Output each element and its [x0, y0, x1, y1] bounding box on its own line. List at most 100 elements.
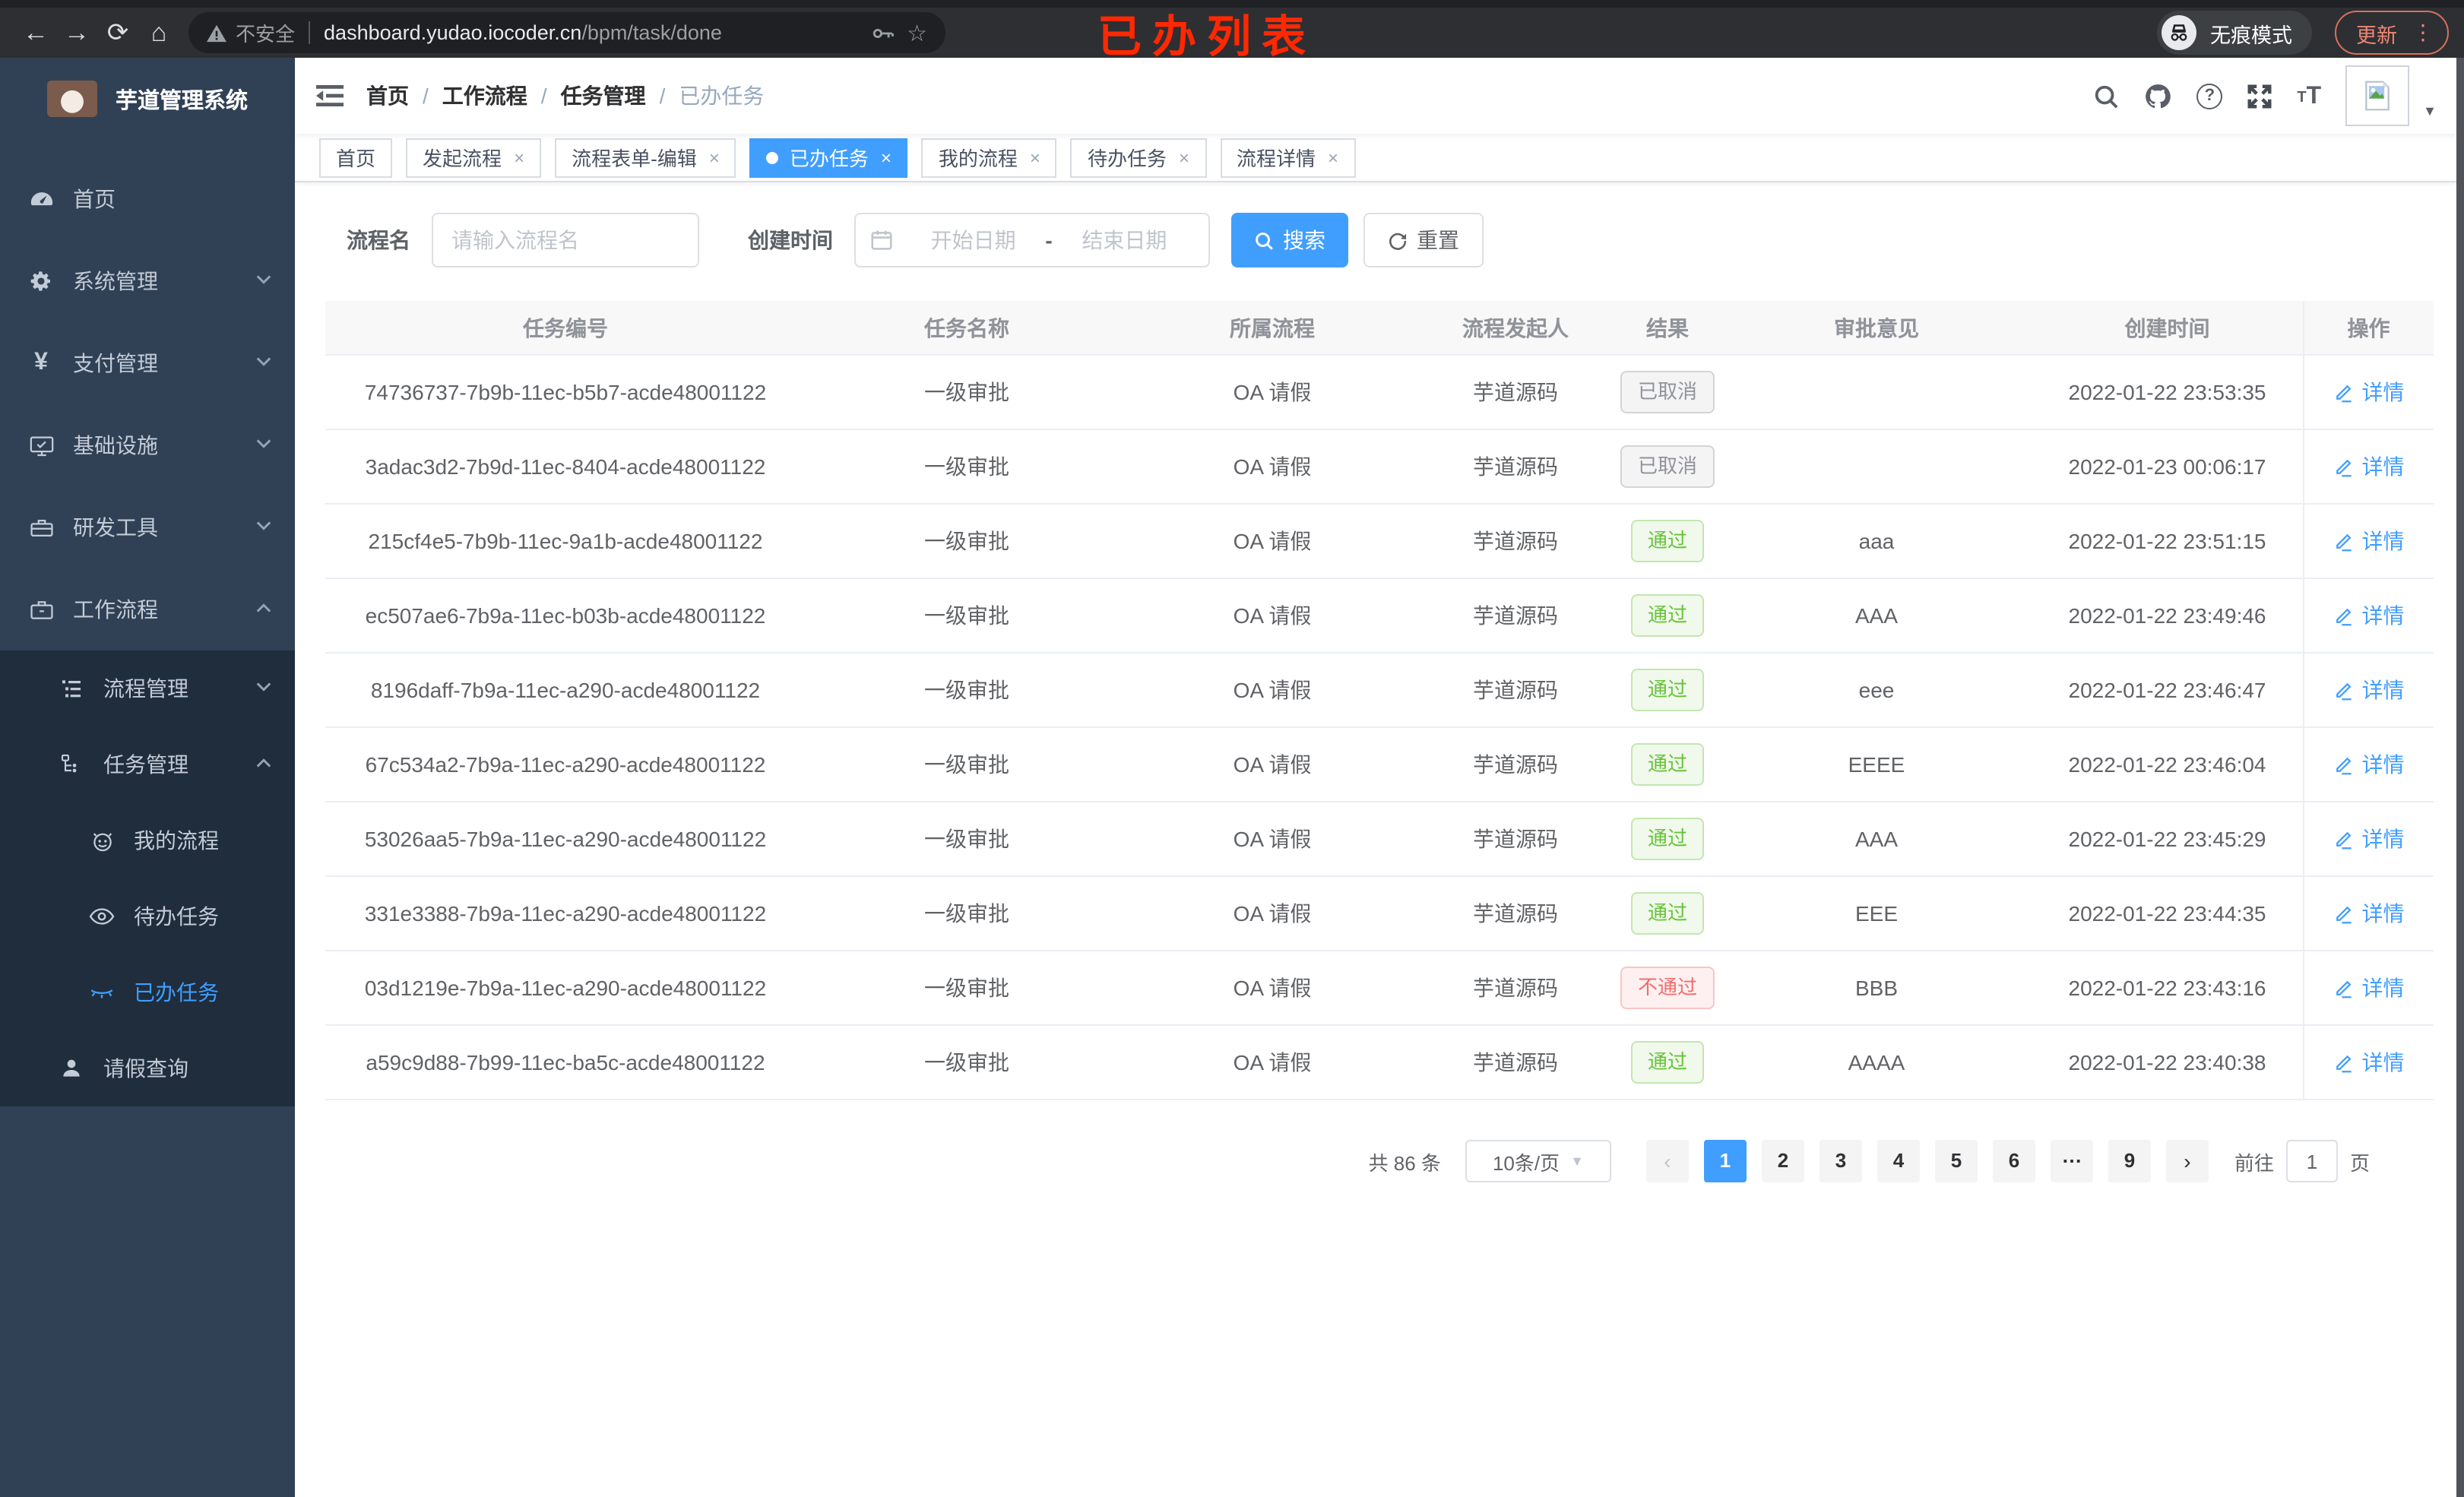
detail-button[interactable]: 详情 — [2333, 451, 2405, 482]
search-button[interactable]: 搜索 — [1231, 213, 1348, 267]
breadcrumb-item: 已办任务 — [679, 84, 765, 108]
detail-button[interactable]: 详情 — [2333, 600, 2405, 631]
home-icon[interactable]: ⌂ — [138, 12, 179, 53]
chevron-up-icon — [255, 757, 272, 769]
edit-icon — [2333, 1052, 2355, 1073]
tab-流程表单-编辑[interactable]: 流程表单-编辑 × — [555, 138, 736, 177]
detail-button[interactable]: 详情 — [2333, 973, 2405, 1003]
goto-page-input[interactable]: 1 — [2285, 1140, 2338, 1182]
cell-result: 已取消 — [1614, 429, 1721, 505]
table-row: 331e3388-7b9a-11ec-a290-acde48001122 一级审批… — [325, 876, 2434, 951]
cell-actions: 详情 — [2302, 802, 2434, 877]
sidebar-item-briefcase[interactable]: 工作流程 — [0, 568, 295, 650]
breadcrumb-item[interactable]: 首页 — [366, 81, 409, 111]
toolbox-icon — [27, 514, 55, 540]
next-page-button[interactable]: › — [2165, 1140, 2209, 1182]
close-icon[interactable]: × — [881, 148, 892, 166]
more-pages-button[interactable]: ⋯ — [2050, 1140, 2093, 1182]
cell-comment: EEEE — [1721, 727, 2032, 802]
sidebar-item-gear[interactable]: 系统管理 — [0, 240, 295, 322]
incognito-badge: 无痕模式 — [2157, 11, 2312, 55]
sidebar-item-user[interactable]: 请假查询 — [0, 1030, 295, 1106]
cell-process: OA 请假 — [1128, 429, 1417, 505]
chevron-down-icon[interactable]: ▼ — [2423, 103, 2437, 119]
yen-icon: ¥ — [34, 350, 48, 375]
close-icon[interactable]: × — [514, 148, 524, 166]
date-range-input[interactable]: 开始日期 - 结束日期 — [854, 213, 1210, 267]
fullscreen-icon[interactable] — [2247, 83, 2272, 109]
avatar[interactable] — [2345, 65, 2410, 126]
detail-button[interactable]: 详情 — [2333, 824, 2405, 854]
tab-发起流程[interactable]: 发起流程 × — [406, 138, 542, 177]
detail-button[interactable]: 详情 — [2333, 898, 2405, 929]
tab-我的流程[interactable]: 我的流程 × — [921, 138, 1057, 177]
sidebar-item-yen[interactable]: ¥ 支付管理 — [0, 322, 295, 404]
process-name-input[interactable]: 请输入流程名 — [432, 213, 699, 267]
detail-button[interactable]: 详情 — [2333, 377, 2405, 407]
sidebar-item-monitor[interactable]: 基础设施 — [0, 404, 295, 486]
sidebar-item-list[interactable]: 流程管理 — [0, 650, 295, 726]
prev-page-button[interactable]: ‹ — [1645, 1140, 1689, 1182]
detail-button[interactable]: 详情 — [2333, 749, 2405, 780]
cell-comment: EEE — [1721, 876, 2032, 951]
breadcrumb-item[interactable]: 工作流程 — [442, 81, 527, 111]
sidebar-item-eye-open[interactable]: 待办任务 — [0, 878, 295, 954]
page-size-select[interactable]: 10条/页 ▼ — [1465, 1140, 1611, 1182]
detail-button[interactable]: 详情 — [2333, 1047, 2405, 1078]
close-icon[interactable]: × — [709, 148, 720, 166]
app-logo[interactable]: 芋道管理系统 — [0, 58, 295, 140]
calendar-icon — [871, 229, 892, 251]
detail-button[interactable]: 详情 — [2333, 675, 2405, 705]
close-icon[interactable]: × — [1030, 148, 1040, 166]
filter-bar: 流程名 请输入流程名 创建时间 开始日期 - 结束日期 搜索 重置 — [347, 213, 2434, 267]
menu-dots-icon[interactable]: ⋮ — [2412, 20, 2434, 46]
breadcrumb: 首页 / 工作流程 / 任务管理 / 已办任务 — [366, 81, 764, 111]
user-icon — [58, 1056, 85, 1081]
key-icon[interactable] — [870, 21, 895, 45]
page-button-6[interactable]: 6 — [1992, 1140, 2035, 1182]
github-icon[interactable] — [2143, 81, 2172, 110]
font-size-icon[interactable]: TT — [2297, 84, 2321, 108]
sidebar-item-dashboard[interactable]: 首页 — [0, 158, 295, 240]
sidebar-item-robot[interactable]: 我的流程 — [0, 802, 295, 878]
breadcrumb-separator: / — [423, 84, 429, 108]
forward-icon[interactable]: → — [56, 12, 97, 53]
sidebar-item-eye-closed[interactable]: 已办任务 — [0, 954, 295, 1030]
cell-task-name: 一级审批 — [806, 429, 1128, 505]
reload-icon[interactable]: ⟳ — [97, 12, 138, 53]
update-button[interactable]: 更新 ⋮ — [2335, 11, 2449, 55]
help-icon[interactable]: ? — [2196, 83, 2223, 109]
bookmark-star-icon[interactable]: ☆ — [907, 19, 927, 46]
page-button-1[interactable]: 1 — [1703, 1140, 1747, 1182]
reset-button[interactable]: 重置 — [1363, 213, 1484, 267]
close-icon[interactable]: × — [1328, 148, 1338, 166]
status-badge: 通过 — [1630, 1041, 1704, 1084]
tab-流程详情[interactable]: 流程详情 × — [1220, 138, 1356, 177]
page-button-3[interactable]: 3 — [1819, 1140, 1862, 1182]
close-icon[interactable]: × — [1179, 148, 1189, 166]
cell-task-id: 3adac3d2-7b9d-11ec-8404-acde48001122 — [325, 429, 806, 505]
page-button-4[interactable]: 4 — [1877, 1140, 1920, 1182]
edit-icon — [2333, 903, 2355, 924]
search-icon[interactable] — [2093, 83, 2119, 109]
breadcrumb-item[interactable]: 任务管理 — [561, 81, 646, 111]
hamburger-icon[interactable] — [316, 84, 344, 108]
cell-actions: 详情 — [2302, 951, 2434, 1026]
screenshot-viewport: ← → ⟳ ⌂ 不安全 dashboard.yudao.iocoder.cn /… — [0, 0, 2464, 1497]
tab-首页[interactable]: 首页 — [319, 138, 393, 177]
cell-process: OA 请假 — [1128, 876, 1417, 951]
table-row: a59c9d88-7b99-11ec-ba5c-acde48001122 一级审批… — [325, 1025, 2434, 1100]
sidebar-item-toolbox[interactable]: 研发工具 — [0, 486, 295, 568]
page-button-2[interactable]: 2 — [1761, 1140, 1804, 1182]
cell-process: OA 请假 — [1128, 727, 1417, 802]
tab-已办任务[interactable]: 已办任务 × — [749, 138, 908, 177]
back-icon[interactable]: ← — [15, 12, 56, 53]
edit-icon — [2333, 605, 2355, 626]
tab-待办任务[interactable]: 待办任务 × — [1070, 138, 1206, 177]
detail-label: 详情 — [2361, 1050, 2405, 1074]
sidebar-item-tree[interactable]: 任务管理 — [0, 726, 295, 802]
page-button-5[interactable]: 5 — [1934, 1140, 1978, 1182]
page-button-9[interactable]: 9 — [2108, 1140, 2151, 1182]
detail-button[interactable]: 详情 — [2333, 526, 2405, 556]
url-bar[interactable]: 不安全 dashboard.yudao.iocoder.cn /bpm/task… — [188, 12, 945, 53]
